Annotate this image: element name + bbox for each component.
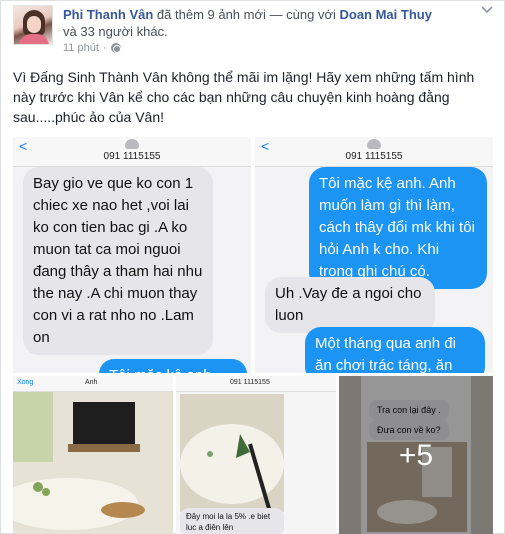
more-photos-overlay[interactable]: +5 bbox=[339, 376, 493, 534]
post-card: Phi Thanh Vân đã thêm 9 ảnh mới — cùng v… bbox=[0, 0, 505, 534]
globe-icon bbox=[110, 43, 121, 53]
contact-phone: 091 1115155 bbox=[103, 151, 161, 162]
message-bubble-received: Đây moi la la 5% .e biet luc a điên lên bbox=[180, 508, 284, 534]
post-action[interactable]: đã thêm 9 ảnh mới bbox=[157, 7, 266, 22]
living-room-image bbox=[13, 392, 173, 534]
message-bubble-received: Bay gio ve que ko con 1 chiec xe nao het… bbox=[23, 167, 213, 355]
contact-phone: 091 1115155 bbox=[230, 379, 270, 386]
ios-header: Xong Anh bbox=[13, 376, 173, 392]
author-name[interactable]: Phi Thanh Vân bbox=[63, 7, 153, 22]
done-label: Xong bbox=[17, 379, 34, 386]
post-text: Vì Đấng Sinh Thành Vân không thể mãi im … bbox=[13, 69, 475, 125]
message-bubble-sent: Tôi mặc kệ anh. Anh muốn làm gì thì làm,… bbox=[309, 167, 487, 289]
photo-5[interactable]: Tra con lại đây . Đưa con về ko? +5 bbox=[339, 376, 493, 534]
photo-4[interactable]: 091 1115155 Đây moi la la 5% .e biet luc… bbox=[176, 376, 336, 534]
contact-avatar-icon bbox=[125, 139, 139, 149]
post-meta: 11 phút · bbox=[63, 42, 121, 54]
message-bubble-sent: Tôi mặc kệ anh. Anh bbox=[99, 359, 247, 373]
chevron-down-icon[interactable] bbox=[480, 5, 494, 15]
tagged-others-line: và 33 người khác. bbox=[63, 23, 168, 40]
photo-3[interactable]: Xong Anh bbox=[13, 376, 173, 534]
photo-title: Anh bbox=[85, 379, 98, 386]
post-time[interactable]: 11 phút bbox=[63, 42, 99, 54]
photo-2[interactable]: < 091 1115155 Tôi mặc kệ anh. Anh muốn l… bbox=[255, 137, 493, 373]
post-header: Phi Thanh Vân đã thêm 9 ảnh mới — cùng v… bbox=[63, 6, 483, 23]
ios-header: 091 1115155 bbox=[176, 376, 336, 392]
message-bubble-sent: Một tháng qua anh đi ăn chơi trác táng, … bbox=[305, 327, 485, 373]
message-bubble-received: Uh .Vay đe a ngoi cho luon bbox=[265, 277, 435, 333]
with-prefix: — cùng với bbox=[269, 7, 336, 22]
photo-1[interactable]: < 091 1115155 Bay gio ve que ko con 1 ch… bbox=[13, 137, 251, 373]
contact-avatar-icon bbox=[367, 139, 381, 149]
ios-header: < 091 1115155 bbox=[13, 137, 251, 167]
contact-phone: 091 1115155 bbox=[345, 151, 403, 162]
tagged-person[interactable]: Doan Mai Thuy bbox=[339, 7, 431, 22]
ios-header: < 091 1115155 bbox=[255, 137, 493, 167]
tagged-others[interactable]: và 33 người khác. bbox=[63, 24, 168, 39]
author-avatar[interactable] bbox=[13, 5, 53, 45]
broken-glass-image bbox=[180, 394, 284, 512]
